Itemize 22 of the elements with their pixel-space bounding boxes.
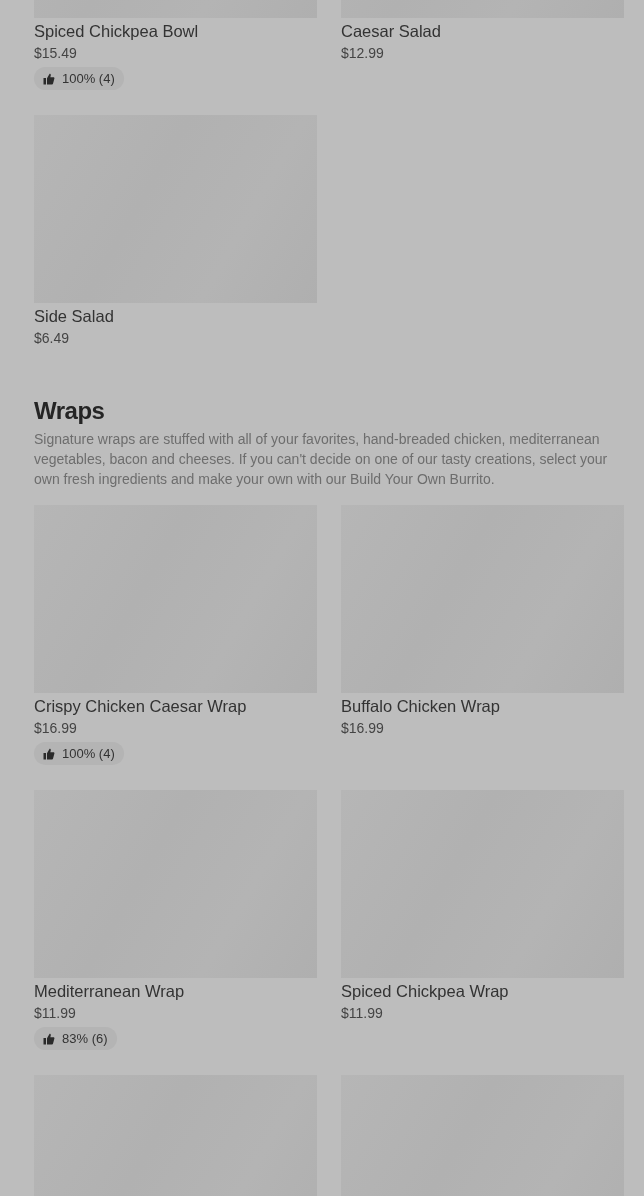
thumbs-up-icon [43,72,55,85]
rating-text: 100% (4) [62,71,115,86]
rating-text: 83% (6) [62,1031,108,1046]
section-heading: Wraps [34,397,106,425]
item-name[interactable]: Crispy Chicken Caesar Wrap [34,696,247,716]
rating-text: 100% (4) [62,746,115,761]
item-name[interactable]: Spiced Chickpea Wrap [341,981,509,1001]
item-price: $16.99 [34,719,77,737]
item-name[interactable]: Mediterranean Wrap [34,981,185,1001]
item-price: $15.49 [34,44,77,62]
section-description: Signature wraps are stuffed with all of your favorites, hand-breaded chicken, mediterranean vegetables, bacon and cheeses. If you can't decide on one of our tasty creations, select your own fresh ingredients and make your own with our Build Your Own Burrito. [34,430,609,489]
item-price: $12.99 [341,44,384,62]
thumbs-up-icon [43,747,55,760]
item-name[interactable]: Spiced Chickpea Bowl [34,21,199,41]
item-price: $6.49 [34,329,70,347]
item-name[interactable]: Buffalo Chicken Wrap [341,696,500,716]
item-price: $11.99 [341,1004,383,1022]
item-price: $11.99 [34,1004,76,1022]
item-name[interactable]: Side Salad [34,306,114,326]
item-price: $16.99 [341,719,384,737]
item-name[interactable]: Caesar Salad [341,21,441,41]
thumbs-up-icon [43,1032,55,1045]
